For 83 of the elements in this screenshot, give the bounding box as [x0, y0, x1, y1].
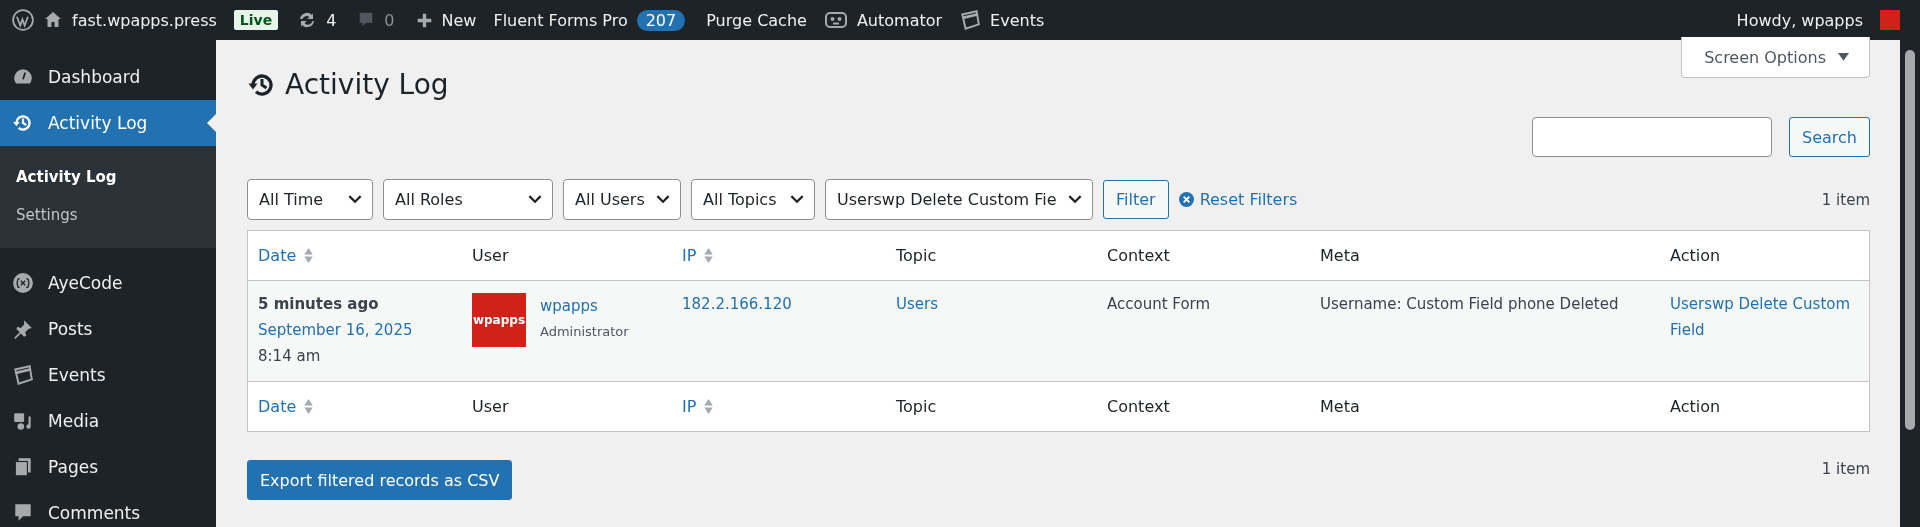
filter-dropdown[interactable]: Userswp Delete Custom Fie	[825, 179, 1093, 220]
filter-dropdown[interactable]: All Topics	[691, 179, 815, 220]
screen-options-button[interactable]: Screen Options	[1681, 37, 1870, 78]
sortable-column-header[interactable]: Date	[258, 246, 297, 265]
chevron-down-icon	[348, 195, 362, 204]
search-button[interactable]: Search	[1789, 117, 1870, 157]
column-header: Meta	[1320, 397, 1360, 416]
scrollbar[interactable]	[1900, 40, 1920, 527]
greeting-link[interactable]: Howdy, wpapps	[1736, 10, 1863, 30]
sidebar-item[interactable]: Pages	[0, 444, 216, 490]
calendar-icon	[12, 364, 34, 386]
calendar-icon	[959, 9, 982, 31]
reset-filters-link[interactable]: Reset Filters	[1178, 190, 1298, 209]
page-title: Activity Log	[285, 68, 449, 101]
item-count: 1 item	[1821, 190, 1870, 209]
filter-dropdown[interactable]: All Users	[563, 179, 681, 220]
media-icon	[12, 410, 34, 432]
purge-cache-link[interactable]: Purge Cache	[706, 10, 807, 30]
sort-icon	[703, 398, 715, 415]
pages-icon	[12, 456, 34, 478]
column-header: Action	[1670, 246, 1721, 265]
pin-icon	[12, 318, 34, 340]
new-link[interactable]: New	[441, 10, 477, 30]
sortable-column-header[interactable]: Date	[258, 397, 297, 416]
caret-icon	[1838, 52, 1849, 62]
cell-link[interactable]: Userswp Delete Custom Field	[1670, 291, 1859, 343]
code-icon	[12, 272, 34, 294]
close-icon	[1178, 192, 1194, 207]
date-link[interactable]: September 16, 2025	[258, 317, 452, 343]
cell-link[interactable]: Users	[896, 291, 1087, 317]
chevron-down-icon	[790, 195, 804, 204]
export-csv-button[interactable]: Export filtered records as CSV	[247, 460, 513, 500]
sidebar-item[interactable]: Dashboard	[0, 54, 216, 100]
filter-button[interactable]: Filter	[1103, 180, 1169, 219]
cell-link[interactable]: 182.2.166.120	[682, 291, 876, 317]
relative-time: 5 minutes ago	[258, 294, 380, 315]
sort-icon	[303, 247, 315, 264]
user-role: Administrator	[540, 323, 629, 341]
user-avatar: wpapps	[472, 293, 526, 347]
chevron-down-icon	[1068, 195, 1082, 204]
time-text: 8:14 am	[258, 346, 322, 367]
sidebar-item[interactable]: Media	[0, 398, 216, 444]
column-header: User	[472, 246, 509, 265]
search-field[interactable]	[1532, 117, 1773, 157]
sort-icon	[703, 247, 715, 264]
item-count: 1 item	[1821, 460, 1870, 478]
filter-dropdown[interactable]: All Roles	[383, 179, 553, 220]
column-header: Context	[1107, 397, 1170, 416]
site-name-link[interactable]: fast.wpapps.press	[72, 10, 217, 30]
comments-count[interactable]: 0	[384, 10, 395, 30]
column-header: Topic	[896, 397, 937, 416]
sidebar-item[interactable]: Comments	[0, 490, 216, 527]
user-link[interactable]: wpapps	[540, 293, 629, 319]
sortable-column-header[interactable]: IP	[682, 246, 697, 265]
updates-count[interactable]: 4	[326, 10, 337, 30]
home-icon	[43, 10, 63, 30]
sortable-column-header[interactable]: IP	[682, 397, 697, 416]
automator-link[interactable]: Automator	[856, 10, 943, 30]
table-cell-text: Username: Custom Field phone Deleted	[1320, 294, 1620, 315]
environment-badge: Live	[233, 10, 279, 30]
sort-icon	[303, 398, 315, 415]
sidebar-item[interactable]: Activity Log	[0, 100, 216, 146]
chevron-down-icon	[656, 195, 670, 204]
column-header: Meta	[1320, 246, 1360, 265]
filter-dropdown[interactable]: All Time	[247, 179, 373, 220]
sidebar-item[interactable]: Events	[0, 352, 216, 398]
submenu-item[interactable]: Settings	[0, 196, 216, 234]
submenu-item[interactable]: Activity Log	[0, 158, 216, 196]
column-header: User	[472, 397, 509, 416]
table-cell-text: Account Form	[1107, 294, 1212, 315]
events-link[interactable]: Events	[990, 10, 1045, 30]
plus-icon	[415, 11, 433, 29]
sidebar-item[interactable]: Posts	[0, 306, 216, 352]
sidebar-item[interactable]: AyeCode	[0, 260, 216, 306]
forms-count-badge: 207	[636, 9, 686, 31]
forms-link[interactable]: Fluent Forms Pro	[493, 10, 628, 30]
column-header: Action	[1670, 397, 1721, 416]
column-header: Topic	[896, 246, 937, 265]
robot-icon	[823, 10, 848, 30]
column-header: Context	[1107, 246, 1170, 265]
history-icon	[12, 112, 34, 134]
wordpress-logo-icon[interactable]	[12, 9, 34, 31]
chevron-down-icon	[528, 195, 542, 204]
